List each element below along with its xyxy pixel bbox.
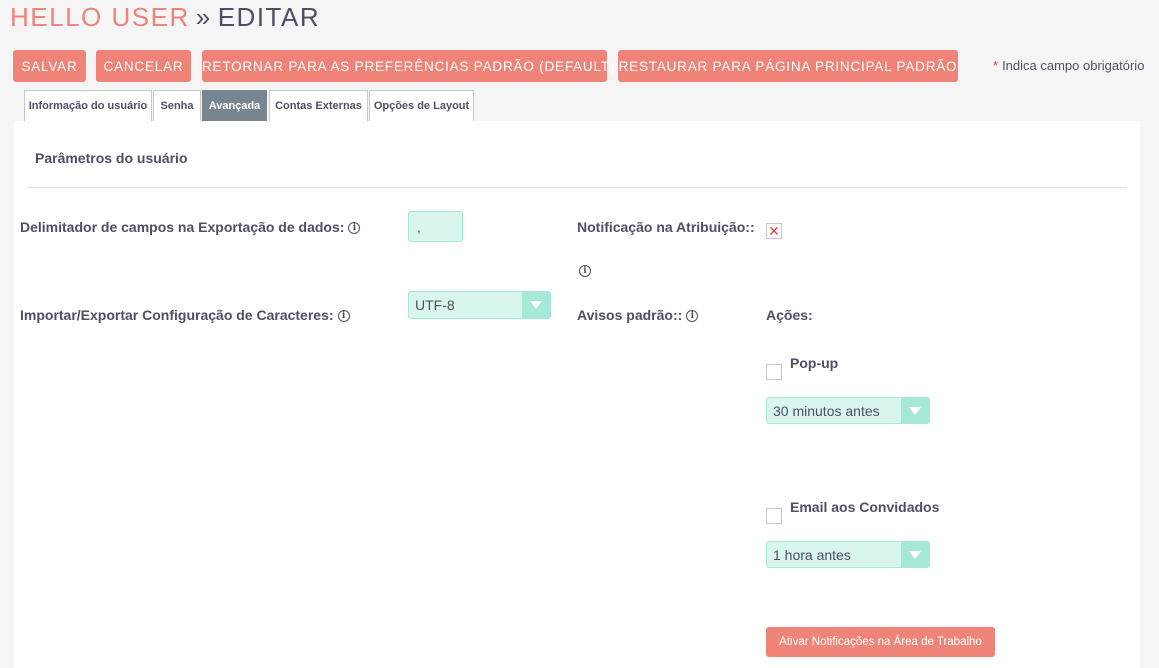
email-invitees-label: Email aos Convidados [790,499,940,515]
popup-time-select[interactable]: 30 minutos antes [766,397,930,424]
charset-label: Importar/Exportar Configuração de Caract… [20,307,350,323]
section-title: Parâmetros do usuário [35,150,188,166]
info-icon[interactable]: i [337,310,350,323]
info-icon[interactable]: i [579,265,591,277]
reset-preferences-button[interactable]: RETORNAR PARA AS PREFERÊNCIAS PADRÃO (DE… [202,50,614,82]
section-divider [27,187,1127,188]
popup-time-value: 30 minutos antes [773,402,880,419]
email-time-select[interactable]: 1 hora antes [766,541,930,568]
chevron-down-icon[interactable] [522,292,550,318]
tab-advanced[interactable]: Avançada [202,90,267,121]
assign-notification-checkbox[interactable]: ✕ [766,223,782,239]
charset-select-value: UTF-8 [415,297,455,313]
export-delimiter-label: Delimitador de campos na Exportação de d… [20,219,361,235]
chevron-down-icon[interactable] [901,398,929,423]
chevron-down-icon[interactable] [901,542,929,567]
required-note-text: Indica campo obrigatório [1002,58,1145,73]
tab-password[interactable]: Senha [153,90,201,121]
charset-label-text: Importar/Exportar Configuração de Caract… [20,307,334,323]
save-button[interactable]: SALVAR [13,50,86,82]
tab-layout-options[interactable]: Opções de Layout [369,90,474,121]
reset-homepage-button[interactable]: RESTAURAR PARA PÁGINA PRINCIPAL PADRÃO [618,50,958,82]
info-icon[interactable]: i [686,310,699,323]
tab-user-info[interactable]: Informação do usuário [24,90,152,121]
required-star: * [993,58,999,73]
default-reminders-label: Avisos padrão:: i [577,307,699,323]
info-icon[interactable]: i [348,222,361,235]
page-title-action: EDITAR [217,2,321,32]
popup-checkbox[interactable] [766,364,782,380]
cancel-button[interactable]: CANCELAR [96,50,191,82]
email-time-value: 1 hora antes [773,546,851,563]
actions-label: Ações: [766,307,813,323]
default-reminders-label-text: Avisos padrão:: [577,307,683,323]
page-title-user: HELLO USER [10,2,190,32]
x-check-icon: ✕ [768,223,780,239]
main-panel [14,121,1140,668]
charset-select[interactable]: UTF-8 [408,291,551,319]
popup-label: Pop-up [790,355,839,371]
required-note: * Indica campo obrigatório [993,58,1144,73]
export-delimiter-label-text: Delimitador de campos na Exportação de d… [20,219,345,235]
page-title-separator: » [195,2,212,32]
email-invitees-checkbox[interactable] [766,508,782,524]
page-title: HELLO USER» EDITAR [10,2,320,33]
tab-external-accounts[interactable]: Contas Externas [269,90,368,121]
export-delimiter-input[interactable] [408,211,463,242]
enable-desktop-notifications-button[interactable]: Ativar Notificações na Área de Trabalho [766,627,995,657]
assign-notification-label: Notificação na Atribuição:: [577,219,755,235]
